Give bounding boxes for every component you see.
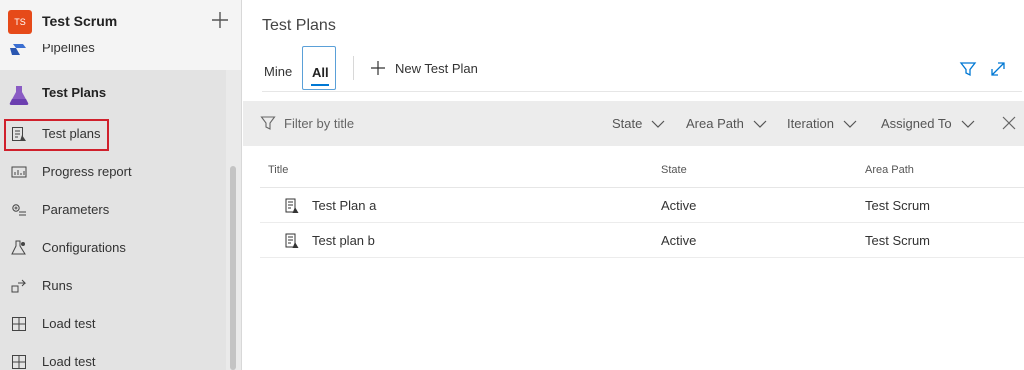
state-dropdown[interactable]: State	[612, 116, 665, 131]
left-navigation: TS Test Scrum Pipelines Test Plans Test …	[0, 0, 242, 370]
sidebar-item-parameters[interactable]: Parameters	[0, 192, 226, 228]
load-test-grid-icon	[12, 355, 26, 369]
column-header-title[interactable]: Title	[268, 164, 288, 176]
plan-title[interactable]: Test Plan a	[312, 198, 376, 213]
plan-area-path: Test Scrum	[865, 198, 931, 213]
sidebar-item-label: Pipelines	[42, 44, 95, 55]
tab-all[interactable]: All	[302, 46, 336, 90]
sidebar-item-label: Load test	[42, 354, 96, 369]
expand-fullscreen-icon[interactable]	[989, 60, 1007, 78]
selected-tab-indicator	[311, 84, 329, 86]
chevron-down-icon	[843, 120, 857, 128]
progress-report-icon	[11, 166, 27, 178]
filter-by-title-input[interactable]: Filter by title	[284, 116, 354, 131]
project-header: TS Test Scrum	[0, 0, 241, 44]
table-row[interactable]: Test Plan a Active Test Scrum	[260, 188, 1024, 223]
column-header-area-path[interactable]: Area Path	[865, 164, 914, 176]
sidebar-item-pipelines[interactable]: Pipelines	[0, 44, 241, 70]
table-header: Title State Area Path	[260, 152, 1024, 188]
test-plans-section: Test Plans Test plans Progress report Pa…	[0, 70, 226, 370]
table-row[interactable]: Test plan b Active Test Scrum	[260, 223, 1024, 258]
tab-mine[interactable]: Mine	[264, 64, 292, 79]
project-avatar[interactable]: TS	[8, 10, 32, 34]
project-name[interactable]: Test Scrum	[42, 13, 117, 29]
dropdown-label: State	[612, 116, 643, 131]
new-test-plan-label: New Test Plan	[395, 60, 478, 76]
iteration-dropdown[interactable]: Iteration	[787, 116, 857, 131]
sidebar-item-configurations[interactable]: Configurations	[0, 230, 226, 266]
plan-state: Active	[661, 233, 697, 248]
add-icon[interactable]	[208, 8, 232, 32]
chevron-down-icon	[651, 120, 665, 128]
runs-icon	[11, 279, 27, 293]
plus-icon	[371, 61, 385, 75]
pipelines-icon	[10, 44, 26, 55]
plan-area-path: Test Scrum	[865, 233, 931, 248]
area-path-dropdown[interactable]: Area Path	[686, 116, 767, 131]
plan-title[interactable]: Test plan b	[312, 233, 375, 248]
test-plans-table: Title State Area Path Test Plan a Active…	[260, 152, 1024, 258]
dropdown-label: Iteration	[787, 116, 834, 131]
column-header-state[interactable]: State	[661, 164, 687, 176]
chevron-down-icon	[961, 120, 975, 128]
sidebar-item-label: Progress report	[42, 164, 132, 179]
sidebar-item-progress-report[interactable]: Progress report	[0, 154, 226, 190]
sidebar-item-load-test[interactable]: Load test	[0, 344, 226, 370]
test-plans-flask-icon	[9, 86, 29, 105]
sidebar-item-label: Runs	[42, 278, 73, 293]
load-test-grid-icon	[12, 317, 26, 331]
sidebar-group-test-plans[interactable]: Test Plans	[0, 76, 226, 112]
highlight-annotation	[4, 119, 109, 151]
assigned-to-dropdown[interactable]: Assigned To	[881, 116, 975, 131]
sidebar-item-label: Load test	[42, 316, 96, 331]
filter-icon[interactable]	[959, 60, 977, 78]
sidebar-item-label: Parameters	[42, 202, 110, 217]
chevron-down-icon	[753, 120, 767, 128]
test-plan-icon	[285, 198, 299, 213]
configurations-icon	[11, 240, 26, 255]
page-title: Test Plans	[262, 17, 336, 34]
tab-all-label: All	[312, 65, 329, 80]
plan-state: Active	[661, 198, 697, 213]
close-icon[interactable]	[1002, 116, 1016, 130]
dropdown-label: Area Path	[686, 116, 744, 131]
test-plan-icon	[285, 233, 299, 248]
sidebar-item-runs[interactable]: Runs	[0, 268, 226, 304]
filter-bar: Filter by title State Area Path Iteratio…	[243, 101, 1024, 146]
filter-funnel-icon	[260, 116, 276, 130]
sidebar-scrollbar[interactable]	[230, 166, 236, 370]
dropdown-label: Assigned To	[881, 116, 952, 131]
pivot-bar: Mine All New Test Plan	[262, 44, 1022, 92]
sidebar-item-load-test[interactable]: Load test	[0, 306, 226, 342]
sidebar-group-label: Test Plans	[42, 85, 107, 100]
divider	[353, 56, 354, 80]
sidebar-item-label: Configurations	[42, 240, 126, 255]
parameters-icon	[12, 204, 26, 216]
main-content: Test Plans Mine All New Test Plan Filter…	[243, 0, 1024, 370]
new-test-plan-button[interactable]: New Test Plan	[370, 58, 478, 78]
